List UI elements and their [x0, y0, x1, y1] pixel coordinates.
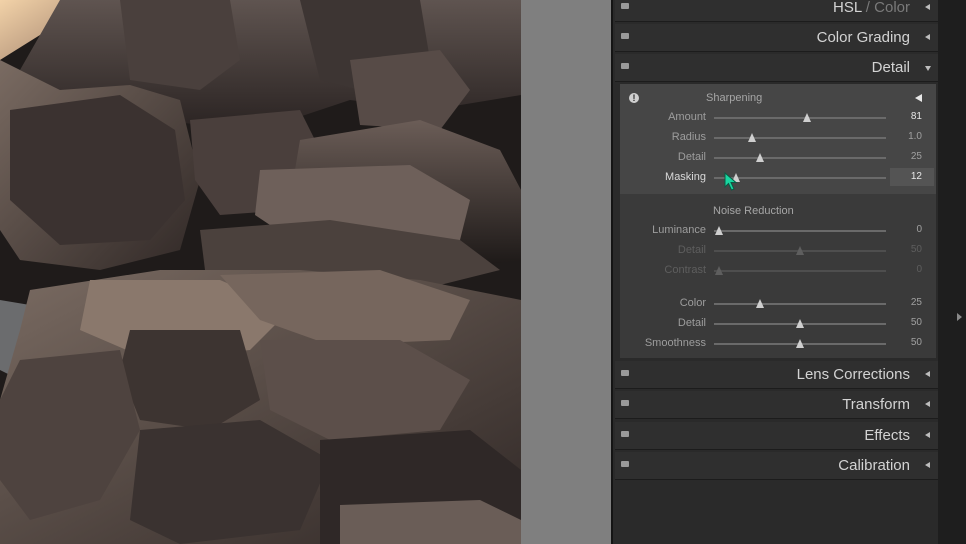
expand-panel-arrow-icon[interactable]: [957, 313, 962, 321]
collapse-arrow-icon[interactable]: [925, 34, 930, 40]
slider-nr-luminance[interactable]: Luminance 0: [620, 222, 936, 240]
mouse-cursor-icon: [724, 172, 738, 191]
slider-label: Detail: [677, 244, 706, 256]
slider-value: 50: [910, 244, 922, 255]
slider-label: Masking: [665, 171, 706, 183]
panel-switch-icon[interactable]: [621, 461, 629, 467]
slider-value: 0: [916, 264, 922, 275]
slider-track[interactable]: [714, 299, 886, 308]
slider-value[interactable]: 50: [911, 337, 922, 348]
slider-track: [714, 266, 886, 275]
slider-value[interactable]: 25: [911, 151, 922, 162]
expand-arrow-icon[interactable]: [925, 66, 931, 71]
slider-nr-luminance-detail: Detail 50: [620, 242, 936, 260]
warning-icon[interactable]: !: [629, 93, 639, 103]
slider-thumb[interactable]: [756, 299, 765, 308]
slider-value[interactable]: 25: [911, 297, 922, 308]
slider-sharpen-masking[interactable]: Masking 12: [620, 168, 936, 187]
slider-nr-contrast: Contrast 0: [620, 262, 936, 280]
slider-label: Detail: [677, 317, 706, 329]
slider-sharpen-radius[interactable]: Radius 1.0: [620, 129, 936, 147]
collapse-arrow-icon[interactable]: [925, 401, 930, 407]
section-title: Effects: [864, 427, 910, 444]
rocky-coast-photo: [0, 0, 521, 544]
section-header-effects[interactable]: Effects: [615, 422, 938, 450]
panel-edge: [938, 0, 966, 544]
section-header-detail[interactable]: Detail: [615, 54, 938, 82]
slider-track[interactable]: [714, 319, 886, 328]
slider-thumb[interactable]: [715, 226, 724, 235]
section-title: HSL / Color: [833, 0, 910, 16]
slider-label: Detail: [677, 151, 706, 163]
slider-nr-color[interactable]: Color 25: [620, 295, 936, 313]
slider-track[interactable]: [714, 133, 886, 142]
panel-switch-icon[interactable]: [621, 370, 629, 376]
slider-label: Contrast: [664, 264, 706, 276]
section-header-calibration[interactable]: Calibration: [615, 452, 938, 480]
section-header-color-grading[interactable]: Color Grading: [615, 24, 938, 52]
section-header-lens-corrections[interactable]: Lens Corrections: [615, 361, 938, 389]
slider-track[interactable]: [714, 226, 886, 235]
collapse-arrow-icon[interactable]: [925, 462, 930, 468]
slider-value[interactable]: 1.0: [908, 131, 922, 142]
section-header-hsl-color[interactable]: HSL / Color: [615, 0, 938, 22]
slider-nr-color-detail[interactable]: Detail 50: [620, 315, 936, 333]
section-title-dim: / Color: [861, 0, 910, 16]
panel-switch-icon[interactable]: [621, 33, 629, 39]
slider-track[interactable]: [714, 153, 886, 162]
sharpening-heading: Sharpening: [706, 92, 763, 104]
slider-value[interactable]: 50: [911, 317, 922, 328]
section-title: Color Grading: [816, 29, 910, 46]
section-title: Detail: [871, 59, 910, 76]
slider-label: Smoothness: [644, 337, 706, 349]
panel-switch-icon[interactable]: [621, 3, 629, 9]
panel-switch-icon[interactable]: [621, 400, 629, 406]
noise-reduction-heading: Noise Reduction: [713, 205, 794, 217]
section-title: Lens Corrections: [796, 366, 910, 383]
slider-track: [714, 246, 886, 255]
slider-sharpen-amount[interactable]: Amount 81: [620, 109, 936, 127]
detail-panel-body: ! Sharpening Amount 81 Radius 1.0 Detail…: [620, 84, 936, 358]
slider-track[interactable]: [714, 113, 886, 122]
slider-nr-smoothness[interactable]: Smoothness 50: [620, 335, 936, 353]
slider-label: Amount: [668, 111, 706, 123]
collapse-arrow-icon[interactable]: [925, 371, 930, 377]
slider-thumb[interactable]: [747, 133, 756, 142]
panel-switch-icon[interactable]: [621, 63, 629, 69]
slider-thumb[interactable]: [756, 153, 765, 162]
canvas-background: [521, 0, 611, 544]
slider-track[interactable]: [714, 173, 886, 182]
slider-thumb[interactable]: [802, 113, 811, 122]
preview-toggle-icon[interactable]: [915, 94, 922, 102]
slider-thumb: [715, 266, 724, 275]
collapse-arrow-icon[interactable]: [925, 4, 930, 10]
slider-value[interactable]: 0: [916, 224, 922, 235]
photo-canvas[interactable]: [0, 0, 521, 544]
slider-thumb[interactable]: [796, 339, 804, 348]
develop-right-panel: HSL / Color Color Grading Detail ! Sharp…: [611, 0, 938, 544]
section-header-transform[interactable]: Transform: [615, 391, 938, 419]
section-title-main: HSL: [833, 0, 862, 16]
slider-thumb[interactable]: [796, 319, 804, 328]
slider-value[interactable]: 12: [911, 171, 922, 182]
section-title: Calibration: [838, 457, 910, 474]
slider-thumb: [796, 246, 804, 255]
slider-label: Luminance: [652, 224, 706, 236]
collapse-arrow-icon[interactable]: [925, 432, 930, 438]
slider-sharpen-detail[interactable]: Detail 25: [620, 149, 936, 167]
sharpening-group: ! Sharpening Amount 81 Radius 1.0 Detail…: [620, 84, 936, 194]
slider-track[interactable]: [714, 339, 886, 348]
panel-switch-icon[interactable]: [621, 431, 629, 437]
slider-value[interactable]: 81: [911, 111, 922, 122]
slider-label: Color: [679, 297, 706, 309]
section-title: Transform: [842, 396, 910, 413]
slider-label: Radius: [671, 131, 706, 143]
